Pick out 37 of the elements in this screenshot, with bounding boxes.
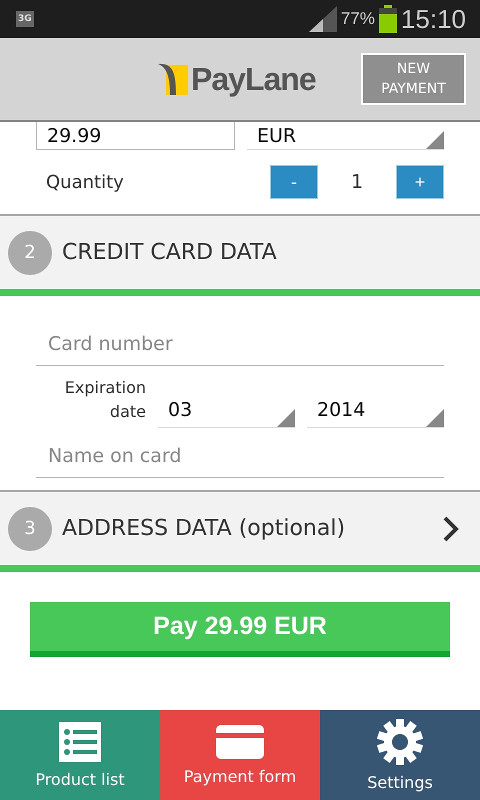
amount-field[interactable]: 29.99 <box>36 122 235 150</box>
card-number-field[interactable]: Card number <box>36 322 444 366</box>
section-header[interactable]: 3 ADDRESS DATA (optional) <box>0 490 480 572</box>
nav-label: Product list <box>35 770 125 788</box>
signal-icon <box>308 6 337 32</box>
increase-button[interactable]: + <box>396 165 444 199</box>
battery-percent: 77% <box>340 9 375 29</box>
currency-dropdown[interactable]: EUR <box>247 122 444 150</box>
step-number: 2 <box>8 230 52 274</box>
decrease-button[interactable]: - <box>270 165 318 199</box>
section-title: CREDIT CARD DATA <box>62 240 278 265</box>
dropdown-corner-icon <box>426 409 444 427</box>
nav-tab[interactable]: Settings <box>320 710 480 800</box>
step-number: 3 <box>8 506 52 550</box>
month-dropdown[interactable]: 03 <box>158 392 295 428</box>
section-title: ADDRESS DATA (optional) <box>62 516 346 541</box>
logo-text: PayLane <box>191 60 316 98</box>
list-icon <box>59 722 101 762</box>
nav-tab[interactable]: Payment form <box>160 710 320 800</box>
nav-tab[interactable]: Product list <box>0 710 160 800</box>
network-icon: 3G <box>16 11 34 27</box>
year-dropdown[interactable]: 2014 <box>307 392 444 428</box>
dropdown-corner-icon <box>426 131 444 149</box>
chevron-right-icon <box>442 514 460 542</box>
clock: 15:10 <box>400 4 466 34</box>
settings-icon <box>377 718 423 764</box>
name-on-card-field[interactable]: Name on card <box>36 434 444 478</box>
section-header[interactable]: 2 CREDIT CARD DATA <box>0 214 480 296</box>
credit-card-icon <box>216 724 264 758</box>
dropdown-corner-icon <box>277 409 295 427</box>
logo-icon <box>158 61 188 97</box>
battery-icon <box>378 5 397 33</box>
quantity-label: Quantity <box>45 172 125 192</box>
nav-label: Payment form <box>184 766 296 786</box>
quantity-value: 1 <box>350 171 364 193</box>
nav-label: Settings <box>367 772 433 792</box>
expiration-label: Expiration date <box>64 377 146 423</box>
